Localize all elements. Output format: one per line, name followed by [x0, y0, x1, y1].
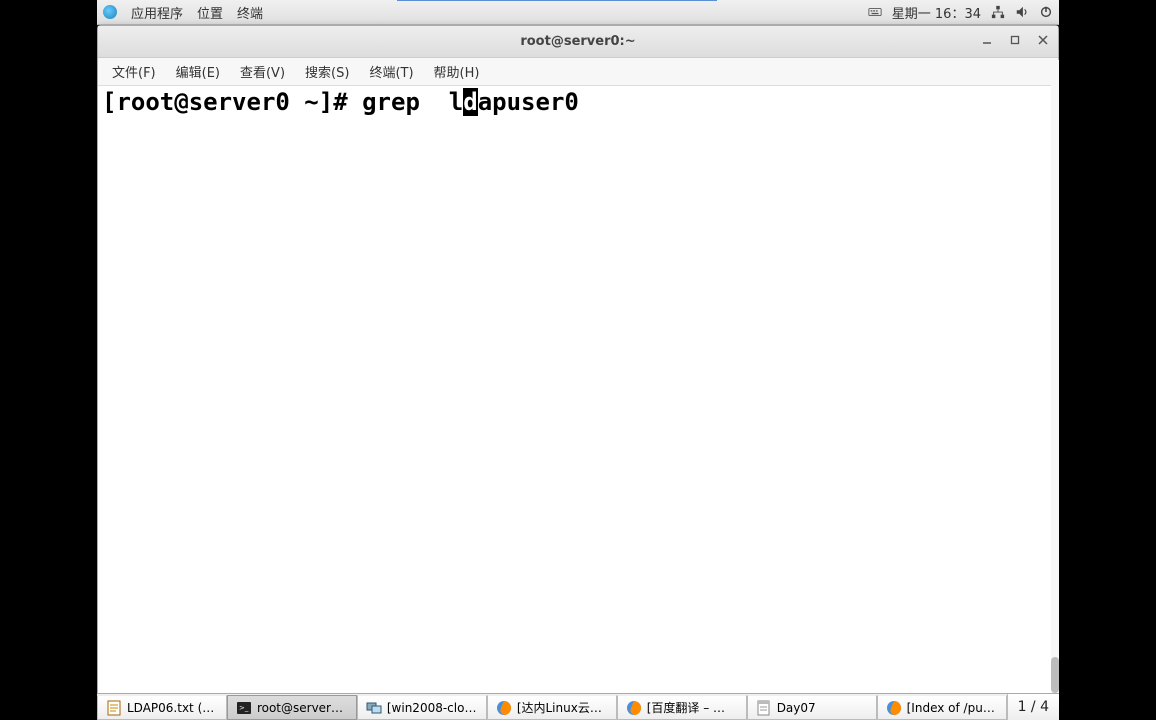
task-label: LDAP06.txt (/…	[127, 701, 218, 715]
terminal-menubar: 文件(F) 编辑(E) 查看(V) 搜索(S) 终端(T) 帮助(H)	[98, 58, 1058, 86]
maximize-button[interactable]	[1004, 30, 1026, 50]
power-icon[interactable]	[1039, 5, 1053, 19]
minimize-button[interactable]	[976, 30, 998, 50]
task-firefox-1[interactable]: [达内Linux云…	[487, 695, 617, 720]
window-titlebar[interactable]: root@server0:~	[98, 26, 1058, 58]
terminal-body[interactable]: [root@server0 ~]# grep ldapuser0	[98, 86, 1058, 693]
menu-help[interactable]: 帮助(H)	[424, 58, 490, 85]
task-label: Day07	[777, 701, 816, 715]
terminal-command-pre: grep l	[362, 88, 463, 116]
terminal-command-post: apuser0	[478, 88, 579, 116]
task-day07[interactable]: Day07	[747, 695, 877, 720]
menu-view[interactable]: 查看(V)	[230, 58, 295, 85]
network-icon[interactable]	[991, 5, 1005, 19]
terminal-window: root@server0:~ 文件(F) 编辑(E) 查看(V) 搜索(S) 终…	[97, 25, 1059, 694]
task-label: [win2008-clo…	[387, 701, 477, 715]
task-label: [达内Linux云…	[517, 699, 602, 716]
menu-places[interactable]: 位置	[197, 3, 223, 22]
workspace-indicator[interactable]: 1 / 4	[1007, 694, 1059, 720]
gnome-top-panel: 应用程序 位置 终端 星期一 16：34	[97, 0, 1059, 25]
menu-search[interactable]: 搜索(S)	[295, 58, 359, 85]
clock[interactable]: 星期一 16：34	[892, 3, 981, 22]
close-button[interactable]	[1032, 30, 1054, 50]
task-label: [百度翻译 – …	[647, 699, 725, 716]
document-icon	[756, 700, 772, 716]
menu-file[interactable]: 文件(F)	[102, 58, 166, 85]
firefox-icon	[626, 700, 642, 716]
active-app-indicator	[397, 0, 717, 2]
terminal-scrollbar[interactable]	[1051, 60, 1059, 693]
menu-terminal[interactable]: 终端	[237, 3, 263, 22]
task-label: root@server0:~	[257, 701, 348, 715]
firefox-icon	[496, 700, 512, 716]
task-vmware[interactable]: [win2008-clo…	[357, 695, 487, 720]
volume-icon[interactable]	[1015, 5, 1029, 19]
text-editor-icon	[106, 700, 122, 716]
task-terminal[interactable]: >_ root@server0:~	[227, 695, 357, 720]
terminal-prompt: [root@server0 ~]#	[102, 88, 362, 116]
menu-edit[interactable]: 编辑(E)	[166, 58, 230, 85]
terminal-cursor: d	[463, 88, 477, 116]
svg-text:>_: >_	[239, 704, 249, 712]
scrollbar-thumb[interactable]	[1051, 657, 1059, 693]
menu-terminal[interactable]: 终端(T)	[359, 58, 423, 85]
firefox-icon	[886, 700, 902, 716]
task-firefox-3[interactable]: [Index of /pub…	[877, 695, 1007, 720]
gnome-logo-icon	[103, 5, 117, 19]
terminal-icon: >_	[236, 700, 252, 716]
task-label: [Index of /pub…	[907, 701, 998, 715]
menu-applications[interactable]: 应用程序	[131, 3, 183, 22]
window-title: root@server0:~	[520, 34, 635, 49]
bottom-taskbar: LDAP06.txt (/… >_ root@server0:~ [win200…	[97, 693, 1059, 720]
vmware-icon	[366, 700, 382, 716]
task-ldap-txt[interactable]: LDAP06.txt (/…	[97, 695, 227, 720]
task-firefox-2[interactable]: [百度翻译 – …	[617, 695, 747, 720]
keyboard-icon[interactable]	[868, 5, 882, 19]
